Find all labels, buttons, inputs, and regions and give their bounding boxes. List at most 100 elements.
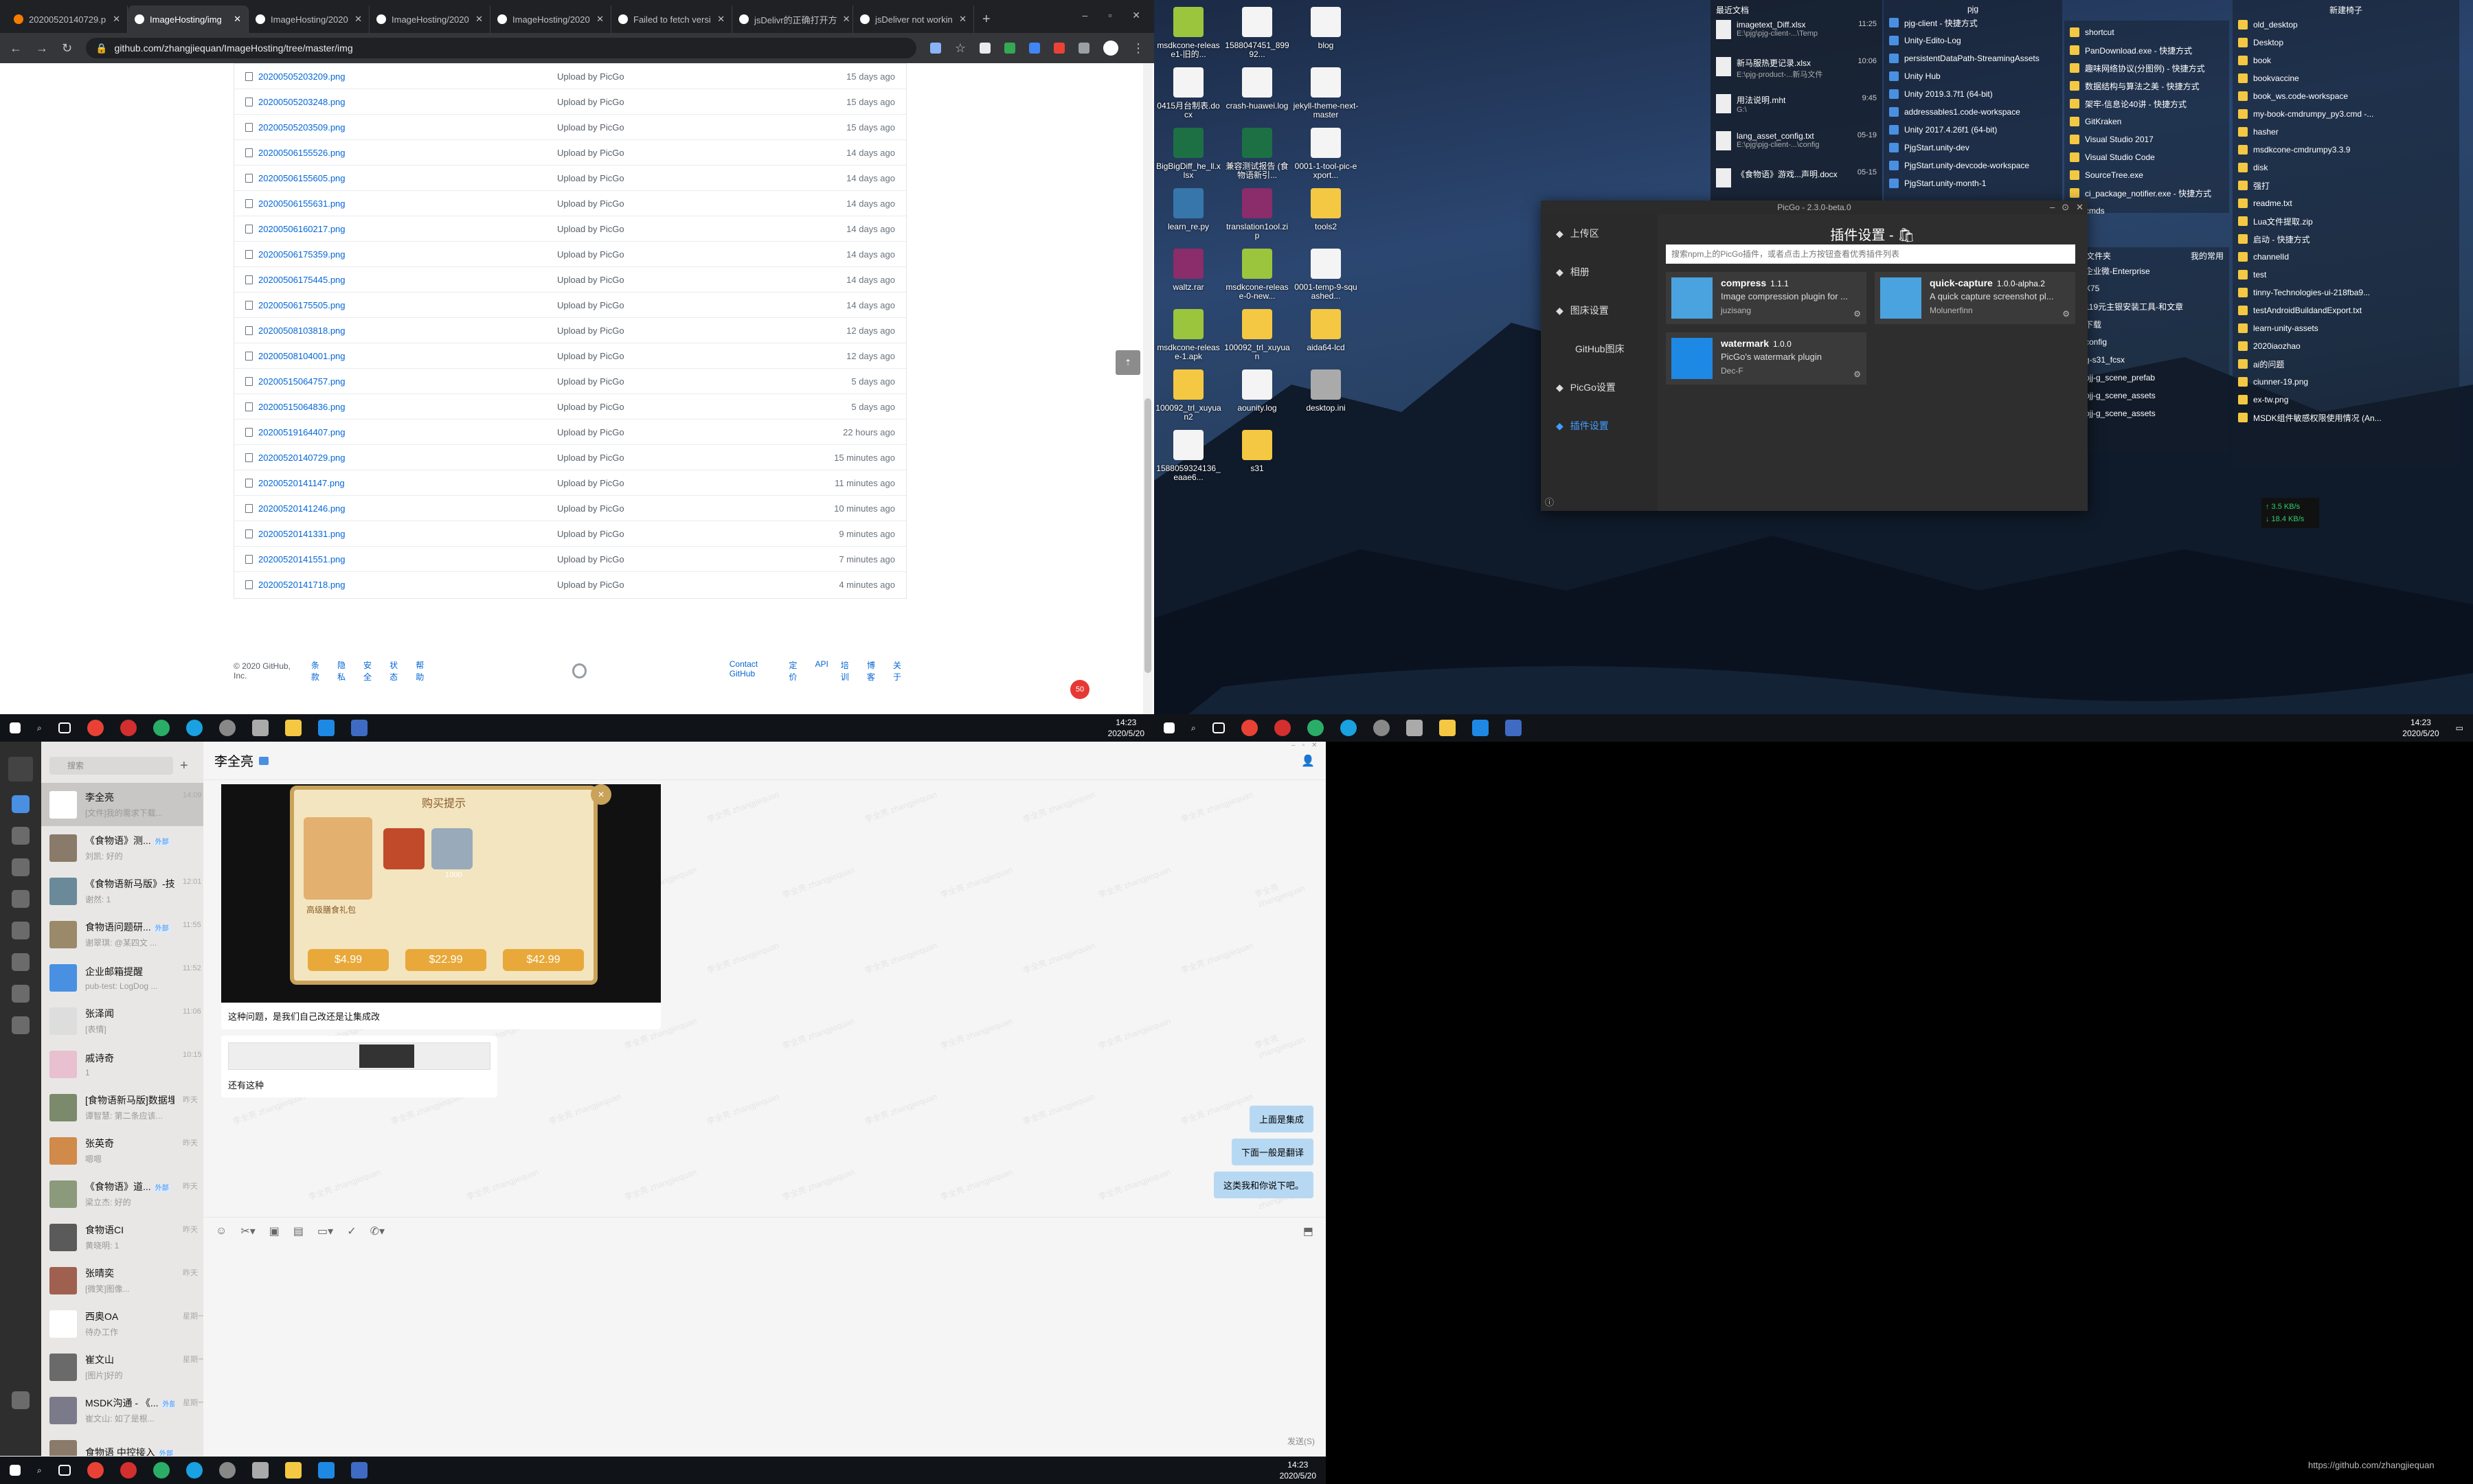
shortcut-item[interactable]: GitKraken bbox=[2070, 113, 2224, 130]
image-message-2[interactable]: 还有这种 bbox=[221, 1036, 497, 1097]
shortcut-item[interactable]: book bbox=[2238, 52, 2454, 69]
plugin-search-input[interactable] bbox=[1666, 244, 2075, 264]
clock[interactable]: 14:23 2020/5/20 bbox=[2402, 717, 2439, 739]
task-view-icon[interactable] bbox=[58, 1465, 71, 1476]
shortcut-item[interactable]: msdkcone-cmdrumpy3.3.9 bbox=[2238, 141, 2454, 159]
app-icon[interactable] bbox=[251, 1462, 269, 1479]
list-item[interactable]: 李全亮 [文件]我的需求下载... 14:09 bbox=[41, 783, 203, 826]
shortcut-item[interactable]: MSDK组件敏感权限使用情况 (An... bbox=[2238, 409, 2454, 426]
task-view-icon[interactable] bbox=[58, 722, 71, 733]
file-link[interactable]: 20200505203209.png bbox=[258, 71, 346, 82]
file-link[interactable]: 20200520141551.png bbox=[258, 554, 346, 564]
start-icon[interactable] bbox=[10, 722, 21, 733]
phone-icon[interactable]: ✆▾ bbox=[370, 1224, 385, 1238]
file-link[interactable]: 20200506160217.png bbox=[258, 224, 346, 234]
app-icon[interactable] bbox=[120, 1462, 137, 1479]
sidebar-item[interactable]: GitHub图床 bbox=[1541, 330, 1658, 368]
footer-link[interactable]: 安全 bbox=[363, 659, 377, 683]
app-icon[interactable] bbox=[350, 1462, 368, 1479]
desktop-icon[interactable]: s31 bbox=[1223, 430, 1291, 490]
list-item[interactable]: 《食物语》测... 外部 刘凯: 好的 bbox=[41, 826, 203, 869]
back-icon[interactable]: ← bbox=[10, 41, 22, 56]
footer-link[interactable]: Contact GitHub bbox=[730, 659, 777, 683]
recent-item[interactable]: imagetext_Diff.xlsx E:\pjg\pjg-client-...… bbox=[1716, 20, 1877, 57]
shortcut-item[interactable]: learn-unity-assets bbox=[2238, 319, 2454, 337]
footer-link[interactable]: 定价 bbox=[789, 659, 802, 683]
app-icon[interactable] bbox=[1504, 720, 1522, 736]
app-icon[interactable] bbox=[317, 1462, 335, 1479]
calendar-icon[interactable] bbox=[12, 858, 30, 876]
shortcut-item[interactable]: SourceTree.exe bbox=[2070, 166, 2224, 184]
disk-icon[interactable] bbox=[12, 953, 30, 971]
close-tab-icon[interactable]: ✕ bbox=[959, 14, 967, 25]
wechat-icon[interactable] bbox=[1307, 720, 1324, 736]
desktop-icon[interactable]: 100092_trl_xuyuan2 bbox=[1154, 369, 1223, 430]
file-name[interactable]: 20200506175359.png bbox=[234, 249, 557, 260]
avatar[interactable] bbox=[8, 757, 33, 781]
bookmark-star-icon[interactable]: ☆ bbox=[955, 41, 966, 56]
list-item[interactable]: 《食物语》道... 外部 梁立杰: 好的 昨天 bbox=[41, 1172, 203, 1215]
shortcut-item[interactable]: PjgStart.unity-devcode-workspace bbox=[1889, 157, 2057, 174]
doc-icon[interactable] bbox=[12, 922, 30, 939]
expand-icon[interactable]: ⬒ bbox=[1303, 1224, 1313, 1238]
file-link[interactable]: 20200506155631.png bbox=[258, 198, 346, 209]
plugin-settings-icon[interactable]: ⚙ bbox=[1853, 369, 1861, 379]
desktop-icon[interactable]: jekyll-theme-next-master bbox=[1291, 67, 1360, 128]
shortcut-item[interactable]: 架牢-信息论40讲 - 快捷方式 bbox=[2070, 95, 2224, 113]
profile-icon[interactable]: 👤 bbox=[1301, 754, 1315, 768]
file-name[interactable]: 20200506155605.png bbox=[234, 173, 557, 183]
commit-message[interactable]: Upload by PicGo bbox=[557, 300, 791, 310]
footer-link[interactable]: 培训 bbox=[841, 659, 855, 683]
clock[interactable]: 14:23 2020/5/20 bbox=[1108, 717, 1144, 739]
file-name[interactable]: 20200505203209.png bbox=[234, 71, 557, 82]
file-name[interactable]: 20200520141147.png bbox=[234, 478, 557, 488]
commit-message[interactable]: Upload by PicGo bbox=[557, 580, 791, 590]
footer-link[interactable]: 状态 bbox=[389, 659, 403, 683]
file-name[interactable]: 20200506175445.png bbox=[234, 275, 557, 285]
recent-item[interactable]: 新马服热更记录.xlsx E:\pjg-product-...新马文件 10:06 bbox=[1716, 57, 1877, 94]
desktop-icon[interactable]: blog bbox=[1291, 7, 1360, 67]
file-link[interactable]: 20200508104001.png bbox=[258, 351, 346, 361]
shortcut-item[interactable]: pjj-g_scene_assets bbox=[2070, 387, 2224, 404]
list-item[interactable]: [食物语新马版]数据埋... 谭智慧: 第二条应该... 昨天 bbox=[41, 1086, 203, 1129]
close-tab-icon[interactable]: ✕ bbox=[354, 14, 362, 25]
desktop-icon[interactable]: 0001-temp-9-squashed... bbox=[1291, 249, 1360, 309]
commit-message[interactable]: Upload by PicGo bbox=[557, 97, 791, 107]
app-icon[interactable] bbox=[1405, 720, 1423, 736]
tab[interactable]: jsDeliver not workin ✕ bbox=[853, 5, 974, 33]
shortcut-item[interactable]: 数据结构与算法之美 - 快捷方式 bbox=[2070, 77, 2224, 95]
shortcut-item[interactable]: pjg-client - 快捷方式 bbox=[1889, 14, 2057, 32]
app-icon[interactable] bbox=[350, 720, 368, 736]
file-name[interactable]: 20200515064836.png bbox=[234, 402, 557, 412]
new-tab-button[interactable]: + bbox=[974, 5, 999, 33]
shortcut-item[interactable]: disk bbox=[2238, 159, 2454, 176]
apps-icon[interactable] bbox=[12, 890, 30, 908]
file-link[interactable]: 20200519164407.png bbox=[258, 427, 346, 437]
menu-icon[interactable]: ⋮ bbox=[1132, 41, 1144, 56]
list-item[interactable]: 张泽闻 [表情] 11:06 bbox=[41, 999, 203, 1042]
folder-icon[interactable] bbox=[1438, 720, 1456, 736]
close-tab-icon[interactable]: ✕ bbox=[113, 14, 120, 25]
desktop-icon[interactable]: msdkcone-release-1.apk bbox=[1154, 309, 1223, 369]
file-link[interactable]: 20200520141331.png bbox=[258, 529, 346, 539]
list-item[interactable]: 崔文山 [图片]好的 星期一 bbox=[41, 1345, 203, 1389]
shortcut-item[interactable]: ciunner-19.png bbox=[2238, 373, 2454, 391]
extension-icon[interactable] bbox=[1079, 43, 1089, 54]
notification-icon[interactable]: ▭ bbox=[2456, 723, 2463, 733]
shortcut-item[interactable]: PjgStart.unity-dev bbox=[1889, 139, 2057, 157]
shortcut-item[interactable]: readme.txt bbox=[2238, 194, 2454, 212]
sidebar-item[interactable]: ◆ PicGo设置 bbox=[1541, 368, 1658, 407]
commit-message[interactable]: Upload by PicGo bbox=[557, 71, 791, 82]
shortcut-item[interactable]: 趣味网络协议(分图例) - 快捷方式 bbox=[2070, 59, 2224, 77]
shortcut-item[interactable]: pjj-g_scene_assets bbox=[2070, 404, 2224, 422]
footer-link[interactable]: 帮助 bbox=[416, 659, 429, 683]
close-tab-icon[interactable]: ✕ bbox=[475, 14, 483, 25]
info-icon[interactable]: ⓘ bbox=[1545, 495, 1554, 508]
close-tab-icon[interactable]: ✕ bbox=[234, 14, 241, 25]
file-link[interactable]: 20200520140729.png bbox=[258, 453, 346, 463]
file-name[interactable]: 20200506160217.png bbox=[234, 224, 557, 234]
desktop-icon[interactable]: waltz.rar bbox=[1154, 249, 1223, 309]
maximize-icon[interactable]: ▫ bbox=[1108, 0, 1111, 33]
plugin-card[interactable]: watermark 1.0.0 PicGo's watermark plugin De… bbox=[1666, 332, 1866, 385]
file-link[interactable]: 20200505203509.png bbox=[258, 122, 346, 133]
